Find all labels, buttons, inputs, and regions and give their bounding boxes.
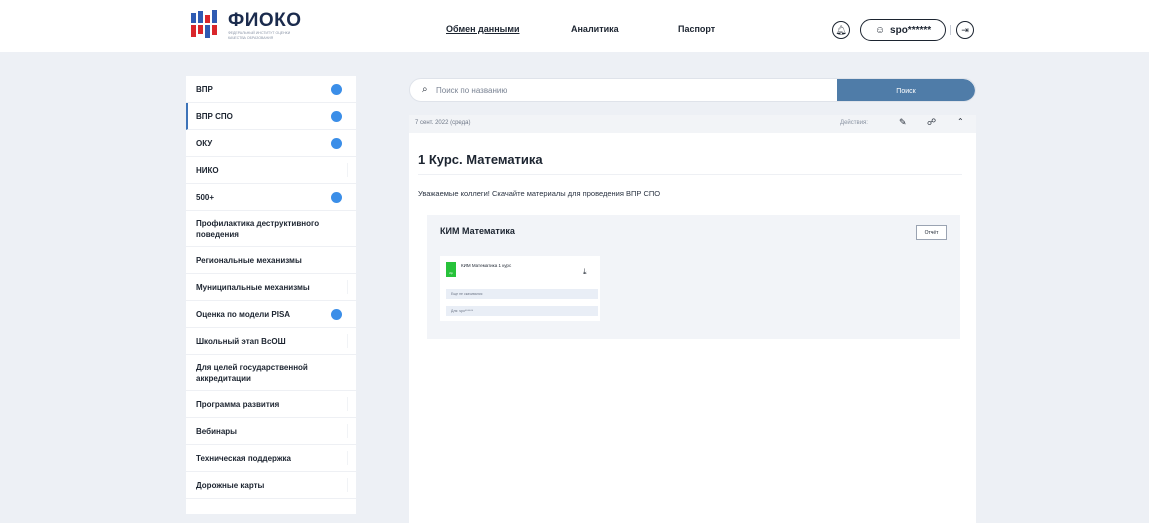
sidebar-item-support[interactable]: Техническая поддержка xyxy=(186,445,356,472)
user-icon: ☺ xyxy=(874,24,886,36)
sidebar-item-regional[interactable]: Региональные механизмы xyxy=(186,247,356,274)
search-input[interactable] xyxy=(436,79,836,101)
sidebar-item-label: НИКО xyxy=(196,165,219,175)
actions-label: Действия: xyxy=(840,120,868,126)
sidebar-item-label: ВПР СПО xyxy=(196,111,233,121)
indicator-dot xyxy=(331,308,342,320)
file-recipient: Для: spo****** xyxy=(446,306,598,316)
sidebar-item-pisa[interactable]: Оценка по модели PISA xyxy=(186,301,356,328)
download-icon[interactable]: ⤓ xyxy=(583,267,587,277)
search-icon: ⌕ xyxy=(422,84,428,95)
sidebar-item-label: ОКУ xyxy=(196,138,213,148)
post-header: 7 сент. 2022 (среда) Действия: ✎ ☍ ⌃ xyxy=(409,115,976,133)
sidebar-item-500plus[interactable]: 500+ xyxy=(186,184,356,211)
sidebar-item-label: Муниципальные механизмы xyxy=(196,282,310,292)
file-card[interactable]: zip КИМ Математика 1 курс ⤓ Еще не скачи… xyxy=(440,256,600,321)
post-date: 7 сент. 2022 (среда) xyxy=(415,120,471,126)
sidebar-item-webinars[interactable]: Вебинары xyxy=(186,418,356,445)
top-header: ФИОКО ФЕДЕРАЛЬНЫЙ ИНСТИТУТ ОЦЕНКИ КАЧЕСТ… xyxy=(0,0,1149,52)
sidebar-item-development[interactable]: Программа развития xyxy=(186,391,356,418)
sidebar-item-label: Региональные механизмы xyxy=(196,255,302,265)
sidebar-item-niko[interactable]: НИКО xyxy=(186,157,356,184)
post-title: 1 Курс. Математика xyxy=(418,152,543,167)
sidebar-item-prevention[interactable]: Профилактика деструктивного поведения xyxy=(186,211,356,247)
sidebar-item-label: Школьный этап ВсОШ xyxy=(196,336,286,346)
sidebar-item-label: Техническая поддержка xyxy=(196,453,291,463)
sidebar-item-roadmaps[interactable]: Дорожные карты xyxy=(186,472,356,499)
post-panel: 7 сент. 2022 (среда) Действия: ✎ ☍ ⌃ 1 К… xyxy=(409,115,976,523)
nav-passport[interactable]: Паспорт xyxy=(678,24,715,34)
nav-data-exchange[interactable]: Обмен данными xyxy=(446,24,520,34)
edit-icon[interactable]: ✎ xyxy=(899,117,907,128)
sidebar-item-label: Дорожные карты xyxy=(196,480,265,490)
logout-icon[interactable]: ⇥ xyxy=(956,21,974,39)
sidebar-item-oku[interactable]: ОКУ xyxy=(186,130,356,157)
sidebar-item-municipal[interactable]: Муниципальные механизмы xyxy=(186,274,356,301)
sidebar-item-accreditation[interactable]: Для целей государственной аккредитации xyxy=(186,355,356,391)
fioko-logo[interactable]: ФИОКО ФЕДЕРАЛЬНЫЙ ИНСТИТУТ ОЦЕНКИ КАЧЕСТ… xyxy=(190,9,310,43)
logo-mark-icon xyxy=(191,10,217,38)
logo-text: ФИОКО xyxy=(228,10,302,31)
post-text: Уважаемые коллеги! Скачайте материалы дл… xyxy=(418,189,661,198)
sidebar-item-label: Для целей государственной аккредитации xyxy=(196,362,308,383)
sidebar-item-label: Оценка по модели PISA xyxy=(196,309,291,319)
sidebar: ВПР ВПР СПО ОКУ НИКО 500+ Профилактика д… xyxy=(186,76,356,514)
divider xyxy=(418,174,962,175)
sidebar-item-label: ВПР xyxy=(196,84,213,94)
sidebar-item-vsosh[interactable]: Школьный этап ВсОШ xyxy=(186,328,356,355)
indicator-dot xyxy=(331,110,342,122)
user-menu-button[interactable]: ☺ spo****** xyxy=(860,19,946,41)
link-icon[interactable]: ☍ xyxy=(927,117,936,128)
nav-analytics[interactable]: Аналитика xyxy=(571,24,619,34)
bell-icon[interactable]: 🔔︎ xyxy=(832,21,850,39)
chevron-up-icon[interactable]: ⌃ xyxy=(957,117,964,126)
user-name: spo****** xyxy=(890,24,932,36)
sidebar-item-label: Программа развития xyxy=(196,399,280,409)
sidebar-item-vpr-spo[interactable]: ВПР СПО xyxy=(186,103,356,130)
logo-subtitle: ФЕДЕРАЛЬНЫЙ ИНСТИТУТ ОЦЕНКИ КАЧЕСТВА ОБР… xyxy=(228,31,291,40)
sidebar-item-vpr[interactable]: ВПР xyxy=(186,76,356,103)
sidebar-item-label: Вебинары xyxy=(196,426,237,436)
sidebar-item-label: 500+ xyxy=(196,192,215,202)
search-button[interactable]: Поиск xyxy=(837,79,975,101)
header-divider xyxy=(950,25,951,35)
download-status: Еще не скачивался xyxy=(446,289,598,299)
file-name: КИМ Математика 1 курс xyxy=(461,263,512,268)
search-bar: ⌕ Поиск xyxy=(409,78,976,102)
indicator-dot xyxy=(331,83,342,95)
report-button[interactable]: Отчёт xyxy=(916,225,947,240)
indicator-dot xyxy=(331,137,342,149)
zip-file-icon: zip xyxy=(446,262,456,277)
materials-block: КИМ Математика Отчёт zip КИМ Математика … xyxy=(427,215,960,339)
indicator-dot xyxy=(331,191,342,203)
materials-title: КИМ Математика xyxy=(440,226,515,236)
sidebar-item-label: Профилактика деструктивного поведения xyxy=(196,218,320,239)
